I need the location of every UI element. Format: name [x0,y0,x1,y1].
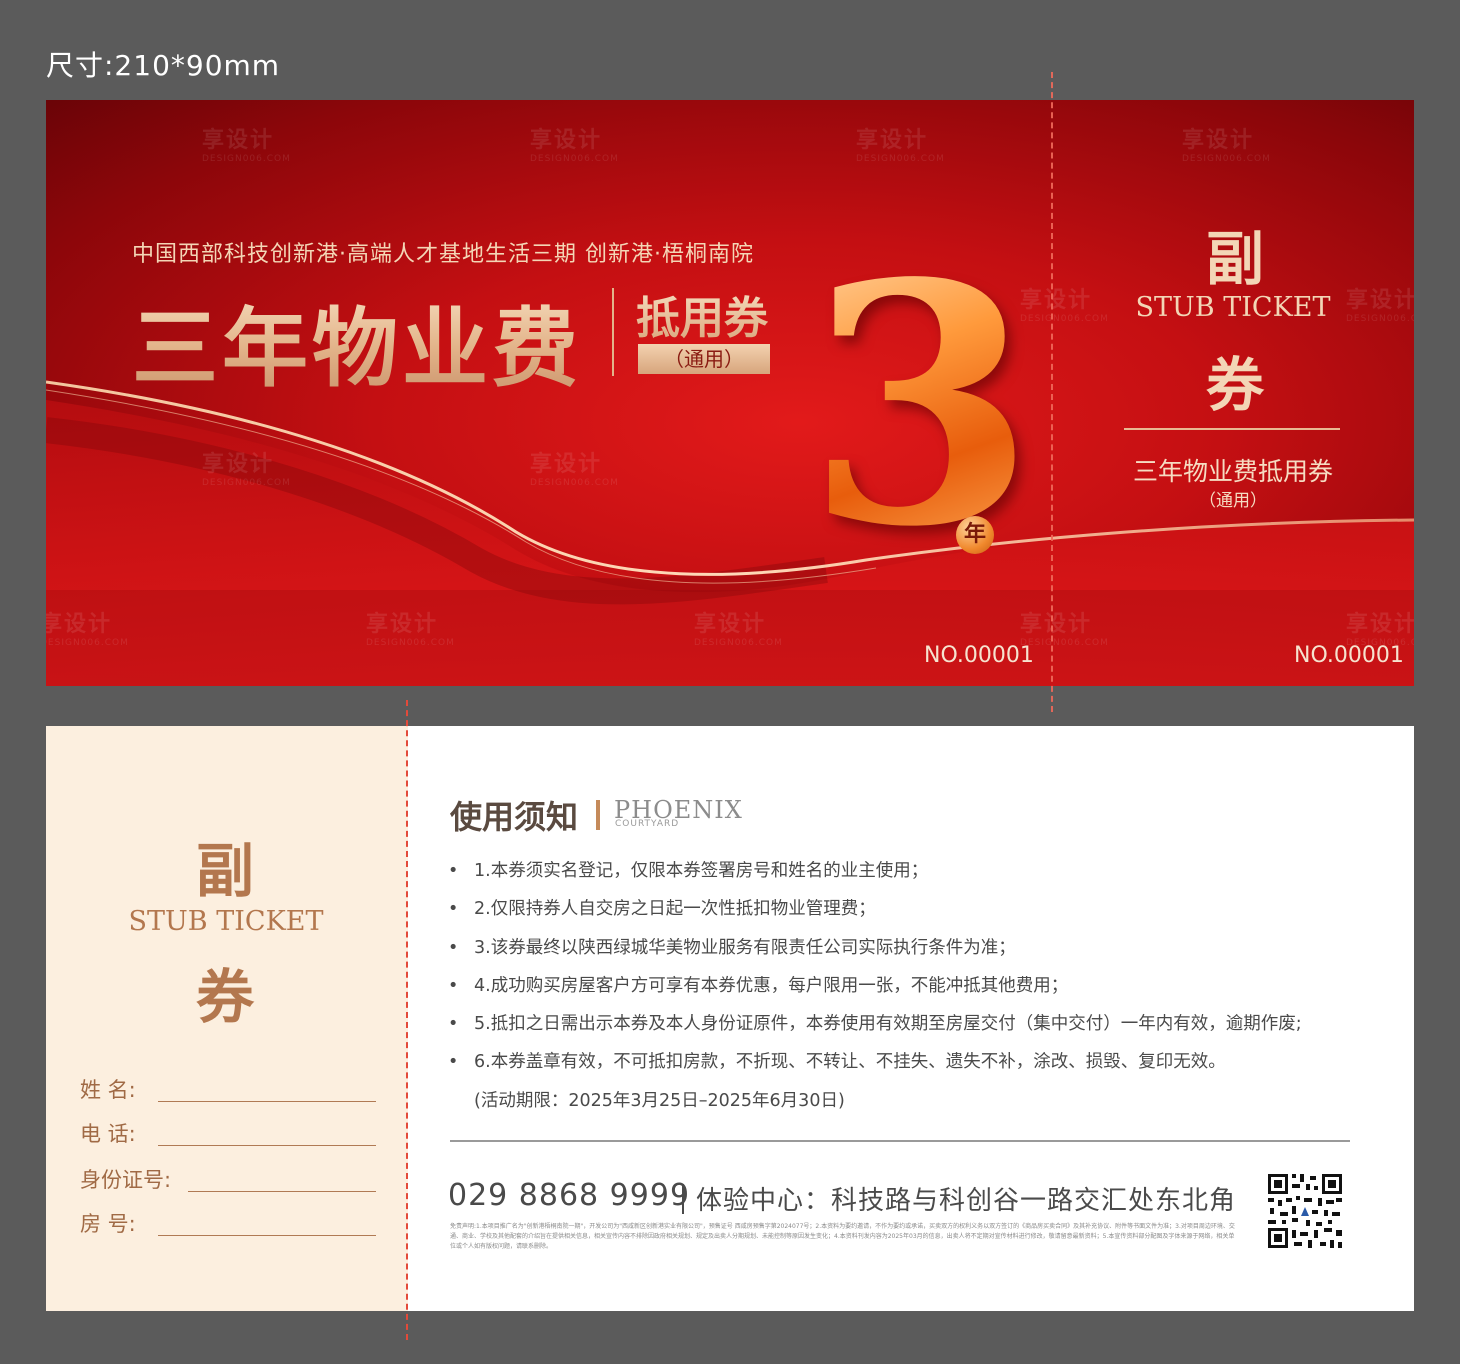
hotline-number: 029 8868 9999 [448,1178,691,1213]
stub-title: 三年物业费抵用券 [1132,457,1333,486]
watermark: 享设计DESIGN006.COM [1346,288,1414,324]
rule-item: • 1.本券须实名登记，仅限本券签署房号和姓名的业主使用； [446,856,1302,894]
back-stub-panel: 副 STUB TICKET 券 姓 名: 电 话: 身份证号: 房 号: [46,726,408,1311]
watermark: 享设计DESIGN006.COM [1346,612,1414,648]
name-line [158,1100,376,1102]
notice-title: 使用须知 [450,798,579,836]
rule-item: • 6.本券盖章有效，不可抵扣房款，不折现、不转让、不挂失、遗失不补，涂改、损毁、… [446,1047,1302,1085]
rule-item: • 3.该券最终以陕西绿城华美物业服务有限责任公司实际执行条件为准； [446,933,1302,971]
room-number-line [158,1234,376,1236]
phone-line [158,1144,376,1146]
phone-field[interactable]: 电 话: [80,1120,376,1150]
headline: 三年物业费 [132,278,582,403]
activity-period: (活动期限：2025年3月25日–2025年6月30日) [474,1090,845,1111]
stub-quan-char: 券 [1206,351,1265,419]
general-badge: （通用） [638,344,770,374]
name-field[interactable]: 姓 名: [80,1076,376,1106]
brand-logo-subtext: COURTYARD [615,819,680,829]
watermark: 享设计DESIGN006.COM [366,612,455,648]
id-number-field[interactable]: 身份证号: [80,1166,376,1196]
watermark: 享设计DESIGN006.COM [856,128,945,164]
qr-code-icon [1266,1172,1344,1250]
front-perforation-line [1051,72,1053,712]
ticket-front: 享设计 DESIGN006.COM 享设计 DESIGN006.COM 享设计 DES… [46,100,1414,686]
watermark: 享设计DESIGN006.COM [202,452,291,488]
year-badge: 年 [956,516,994,554]
watermark: 享设计DESIGN006.COM [1182,128,1271,164]
bullet-icon: • [448,899,459,920]
rule-item: • 5.抵扣之日需出示本券及本人身份证原件，本券使用有效期至房屋交付（集中交付）一… [446,1009,1302,1047]
stub-divider [1124,428,1340,430]
watermark: 享设计DESIGN006.COM [1020,612,1109,648]
watermark: 享设计DESIGN006.COM [202,128,291,164]
phone-divider [682,1184,684,1214]
name-label: 姓 名: [80,1078,136,1102]
watermark: 享设计DESIGN006.COM [694,612,783,648]
headline-divider [612,288,614,376]
project-subtitle: 中国西部科技创新港·高端人才基地生活三期 创新港·梧桐南院 [132,242,754,267]
stub-ticket-label: STUB TICKET [1135,292,1331,323]
id-number-line [188,1190,376,1192]
size-label: 尺寸:210*90mm [46,49,281,82]
notice-title-bar [596,800,600,830]
experience-center-address: 体验中心：科技路与科创谷一路交汇处东北角 [696,1186,1237,1216]
bullet-icon: • [448,1052,459,1073]
big-number-3: 3 [806,211,1036,599]
watermark: 享设计DESIGN006.COM [46,612,129,648]
serial-number: NO.00001 [924,643,1034,668]
watermark: 享设计DESIGN006.COM [530,128,619,164]
watermark: 享设计DESIGN006.COM [530,452,619,488]
bullet-icon: • [448,861,459,881]
back-perforation-line [406,700,408,1340]
back-stub-quan-char: 券 [196,963,255,1031]
stub-fu-char: 副 [1206,225,1265,293]
phone-label: 电 话: [80,1122,136,1146]
usage-rules-list: • 1.本券须实名登记，仅限本券签署房号和姓名的业主使用； • 2.仅限持券人自交房… [446,856,1302,1124]
bullet-icon: • [448,1014,459,1035]
room-number-field[interactable]: 房 号: [80,1210,376,1240]
id-number-label: 身份证号: [80,1168,172,1192]
bullet-icon: • [448,975,459,996]
voucher-word: 抵用券 [636,282,768,346]
back-stub-fu-char: 副 [196,837,255,905]
disclaimer-fineprint: 免责声明:1.本项目推广名为"创新港梧桐南院一期"，开发公司为"西咸新区创新港实… [450,1223,1235,1250]
ticket-back: 副 STUB TICKET 券 姓 名: 电 话: 身份证号: 房 号: 使用须… [46,726,1414,1311]
bullet-icon: • [448,937,459,958]
rule-item: • 4.成功购买房屋客户方可享有本券优惠，每户限用一张，不能冲抵其他费用； [446,971,1302,1009]
room-number-label: 房 号: [80,1212,136,1236]
rule-item: • 2.仅限持券人自交房之日起一次性抵扣物业管理费； [446,894,1302,932]
stub-subtitle: （通用） [1199,491,1267,511]
back-stub-ticket-label: STUB TICKET [128,906,324,937]
stub-serial-number: NO.00001 [1294,643,1404,668]
section-separator [450,1140,1350,1142]
